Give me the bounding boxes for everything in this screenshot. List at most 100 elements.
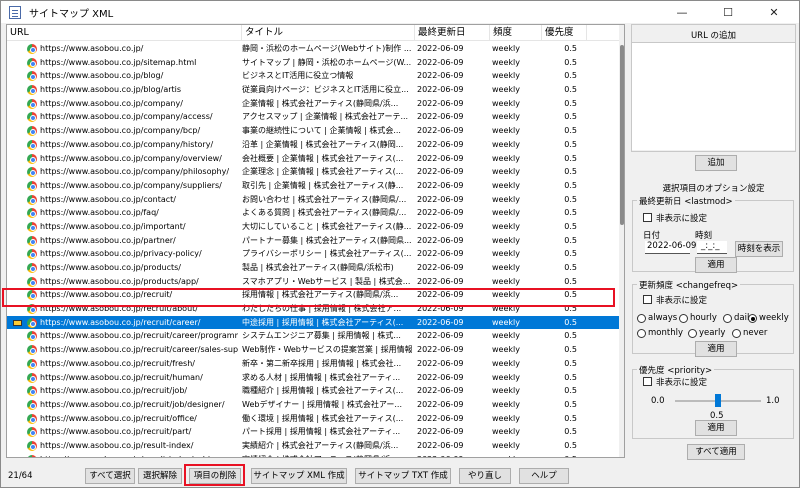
freq-radio-yearly[interactable]	[688, 329, 697, 338]
table-row[interactable]: https://www.asobou.co.jp/recruit/office/…	[7, 412, 619, 426]
table-row[interactable]: https://www.asobou.co.jp/company/history…	[7, 138, 619, 152]
row-frequency: weekly	[492, 276, 520, 286]
table-row[interactable]: https://www.asobou.co.jp/blog/artis 従業員向け…	[7, 83, 619, 97]
show-time-button[interactable]: 時刻を表示	[735, 241, 783, 257]
row-frequency: weekly	[492, 153, 520, 163]
table-row[interactable]: https://www.asobou.co.jp/recruit/job/des…	[7, 398, 619, 412]
row-lastmod: 2022-06-09	[417, 317, 464, 327]
freq-radio-always[interactable]	[637, 314, 646, 323]
table-row[interactable]: https://www.asobou.co.jp/important/大切にして…	[7, 220, 619, 234]
row-marker	[13, 127, 21, 135]
table-row[interactable]: https://www.asobou.co.jp/products/製品 | 株…	[7, 261, 619, 275]
app-icon	[9, 5, 21, 19]
row-title: お問い合わせ | 株式会社アーティス(静岡県/...	[242, 194, 407, 204]
lastmod-apply-button[interactable]: 適用	[695, 257, 737, 273]
create-xml-button[interactable]: サイトマップ XML 作成	[251, 468, 347, 484]
add-button[interactable]: 追加	[695, 155, 737, 171]
row-priority: 0.5	[564, 427, 577, 437]
row-priority: 0.5	[564, 372, 577, 382]
column-priority[interactable]: 優先度	[542, 25, 587, 41]
chrome-icon	[27, 235, 37, 246]
row-title: パート採用 | 採用情報 | 株式会社アーティ...	[242, 427, 401, 437]
row-priority: 0.5	[564, 221, 577, 231]
table-row[interactable]: https://www.asobou.co.jp/company/philoso…	[7, 165, 619, 179]
table-row[interactable]: https://www.asobou.co.jp/faq/よくある質問 | 株式…	[7, 206, 619, 220]
table-row[interactable]: https://www.asobou.co.jp/company/overvie…	[7, 152, 619, 166]
table-row[interactable]: https://www.asobou.co.jp/blog/ビジネスとIT活用に…	[7, 69, 619, 83]
table-row[interactable]: https://www.asobou.co.jp/静岡・浜松のホームページ(We…	[7, 42, 619, 56]
close-button[interactable]: ✕	[753, 1, 795, 23]
column-lastmod[interactable]: 最終更新日	[415, 25, 490, 41]
priority-hide-checkbox[interactable]	[643, 377, 652, 386]
row-frequency: weekly	[492, 221, 520, 231]
row-lastmod: 2022-06-09	[417, 98, 464, 108]
row-marker	[13, 45, 21, 53]
row-marker	[13, 100, 21, 108]
freq-radio-weekly[interactable]	[748, 314, 757, 323]
undo-button[interactable]: やり直し	[459, 468, 511, 484]
row-lastmod: 2022-06-09	[417, 372, 464, 382]
table-row[interactable]: https://www.asobou.co.jp/company/bcp/事業の…	[7, 124, 619, 138]
table-row[interactable]: https://www.asobou.co.jp/sitemap.html サイト…	[7, 56, 619, 70]
table-row[interactable]: https://www.asobou.co.jp/recruit/part/パー…	[7, 425, 619, 439]
help-button[interactable]: ヘルプ	[519, 468, 569, 484]
table-row[interactable]: https://www.asobou.co.jp/company/企業情報 | …	[7, 97, 619, 111]
chrome-icon	[27, 85, 37, 96]
row-title: 会社概要 | 企業情報 | 株式会社アーティス(...	[242, 153, 404, 163]
row-marker	[13, 346, 21, 354]
lastmod-hide-checkbox[interactable]	[643, 213, 652, 222]
chrome-icon	[27, 427, 37, 438]
row-marker	[13, 237, 21, 245]
column-title[interactable]: タイトル	[242, 25, 415, 41]
select-all-button[interactable]: すべて選択	[85, 468, 135, 484]
row-marker	[13, 360, 21, 368]
date-picker[interactable]: 2022-06-09	[645, 241, 696, 254]
chrome-icon	[27, 180, 37, 191]
row-frequency: weekly	[492, 453, 544, 457]
table-row[interactable]: https://www.asobou.co.jp/recruit/career/…	[7, 315, 619, 330]
table-row[interactable]: https://www.asobou.co.jp/privacy-policy/…	[7, 247, 619, 261]
column-frequency[interactable]: 頻度	[490, 25, 542, 41]
table-row[interactable]: https://www.asobou.co.jp/company/access/…	[7, 110, 619, 124]
table-row[interactable]: https://www.asobou.co.jp/recruit/human/求…	[7, 371, 619, 385]
changefreq-apply-button[interactable]: 適用	[695, 341, 737, 357]
row-marker	[13, 141, 21, 149]
chrome-icon	[27, 221, 37, 232]
create-txt-button[interactable]: サイトマップ TXT 作成	[355, 468, 451, 484]
apply-all-button[interactable]: すべて適用	[687, 444, 745, 460]
row-frequency: weekly	[492, 126, 520, 136]
vertical-scrollbar[interactable]	[619, 25, 624, 457]
freq-radio-monthly[interactable]	[637, 329, 646, 338]
row-lastmod: 2022-06-09	[417, 71, 464, 81]
add-url-textarea[interactable]	[632, 42, 795, 150]
freq-radio-hourly[interactable]	[679, 314, 688, 323]
table-row[interactable]: https://www.asobou.co.jp/recruit/career/…	[7, 329, 619, 343]
table-row[interactable]: https://www.asobou.co.jp/result-index/ac…	[7, 453, 619, 457]
time-input[interactable]: _:_:_	[697, 241, 727, 254]
priority-apply-button[interactable]: 適用	[695, 420, 737, 436]
maximize-button[interactable]: ☐	[707, 1, 749, 23]
priority-slider-thumb[interactable]	[715, 394, 721, 407]
table-row[interactable]: https://www.asobou.co.jp/result-index/実績…	[7, 439, 619, 453]
table-row[interactable]: https://www.asobou.co.jp/products/app/スマ…	[7, 275, 619, 289]
minimize-button[interactable]: —	[661, 1, 703, 23]
row-lastmod: 2022-06-09	[417, 331, 464, 341]
table-row[interactable]: https://www.asobou.co.jp/partner/パートナー募集…	[7, 234, 619, 248]
freq-radio-never[interactable]	[732, 329, 741, 338]
sitemap-list[interactable]: URL タイトル 最終更新日 頻度 優先度 https://www.asobou…	[6, 24, 625, 458]
table-row[interactable]: https://www.asobou.co.jp/contact/お問い合わせ …	[7, 193, 619, 207]
column-url[interactable]: URL	[7, 25, 242, 41]
row-url: https://www.asobou.co.jp/products/app/	[40, 276, 199, 286]
table-row[interactable]: https://www.asobou.co.jp/recruit/career/…	[7, 343, 619, 357]
deselect-button[interactable]: 選択解除	[138, 468, 182, 484]
table-row[interactable]: https://www.asobou.co.jp/recruit/fresh/新…	[7, 357, 619, 371]
freq-radio-daily[interactable]	[723, 314, 732, 323]
row-lastmod: 2022-06-09	[417, 44, 464, 53]
row-url: https://www.asobou.co.jp/recruit/fresh/	[40, 358, 195, 368]
scrollbar-thumb[interactable]	[620, 45, 624, 225]
row-priority: 0.5	[564, 167, 577, 177]
table-row[interactable]: https://www.asobou.co.jp/recruit/job/職種紹…	[7, 384, 619, 398]
table-row[interactable]: https://www.asobou.co.jp/company/supplie…	[7, 179, 619, 193]
row-title: Web制作・Webサービスの提案営業 | 採用情報...	[242, 345, 412, 355]
changefreq-hide-checkbox[interactable]	[643, 295, 652, 304]
